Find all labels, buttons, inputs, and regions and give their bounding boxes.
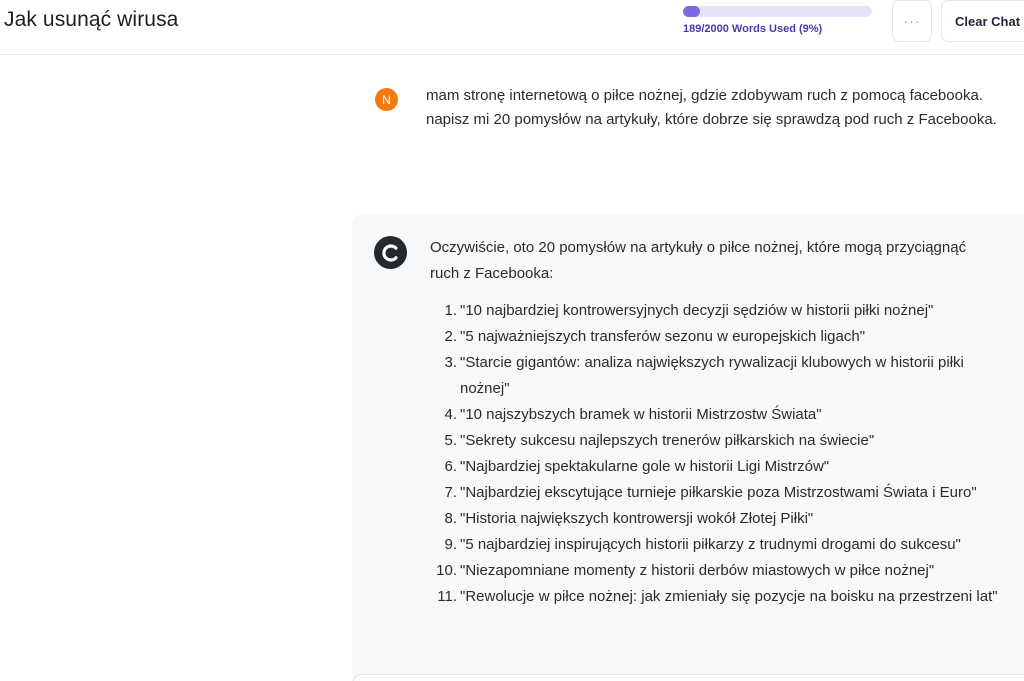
list-item-number: 10. bbox=[436, 562, 457, 579]
list-item-number: 3. bbox=[444, 354, 457, 371]
assistant-avatar bbox=[374, 236, 407, 269]
list-item: 8. "Historia największych kontrowersji wo… bbox=[430, 506, 1000, 532]
assistant-message: Oczywiście, oto 20 pomysłów na artykuły … bbox=[352, 214, 1024, 681]
list-item-number: 11. bbox=[437, 588, 457, 605]
list-item: 10. "Niezapomniane momenty z historii der… bbox=[430, 558, 1000, 584]
list-item-number: 6. bbox=[444, 458, 457, 475]
list-item-number: 1. bbox=[444, 302, 457, 319]
usage-label: 189/2000 Words Used (9%) bbox=[683, 23, 823, 35]
list-item-number: 2. bbox=[444, 328, 457, 345]
list-item-text: "Najbardziej spektakularne gole w histor… bbox=[460, 458, 830, 475]
list-item-number: 4. bbox=[444, 406, 457, 423]
clear-chat-button[interactable]: Clear Chat bbox=[941, 0, 1024, 42]
word-usage-meter: 189/2000 Words Used (9%) bbox=[683, 6, 873, 40]
list-item-text: "Rewolucje w piłce nożnej: jak zmieniały… bbox=[460, 588, 998, 605]
chat-header: Jak usunąć wirusa 189/2000 Words Used (9… bbox=[0, 0, 1024, 55]
chat-page: Jak usunąć wirusa 189/2000 Words Used (9… bbox=[0, 0, 1024, 681]
list-item: 5. "Sekrety sukcesu najlepszych trenerów … bbox=[430, 428, 1000, 454]
list-item: 4. "10 najszybszych bramek w historii Mis… bbox=[430, 402, 1000, 428]
c-logo-icon bbox=[381, 243, 398, 262]
user-avatar: N bbox=[375, 88, 398, 111]
list-item-text: "Sekrety sukcesu najlepszych trenerów pi… bbox=[460, 432, 875, 449]
list-item-text: "5 najważniejszych transferów sezonu w e… bbox=[460, 328, 866, 345]
list-item-text: "Starcie gigantów: analiza największych … bbox=[460, 354, 964, 397]
list-item: 6. "Najbardziej spektakularne gole w hist… bbox=[430, 454, 1000, 480]
assistant-intro-text: Oczywiście, oto 20 pomysłów na artykuły … bbox=[430, 239, 967, 282]
list-item-number: 5. bbox=[444, 432, 457, 449]
list-item: 7. "Najbardziej ekscytujące turnieje piłk… bbox=[430, 480, 1000, 506]
more-options-button[interactable]: ··· bbox=[892, 0, 932, 42]
list-item-text: "10 najbardziej kontrowersyjnych decyzji… bbox=[460, 302, 934, 319]
list-item-number: 8. bbox=[444, 510, 457, 527]
user-message-text: mam stronę internetową o piłce nożnej, g… bbox=[426, 87, 997, 128]
usage-progress-bar bbox=[683, 6, 872, 17]
list-item: 11. "Rewolucje w piłce nożnej: jak zmieni… bbox=[430, 584, 1000, 610]
article-ideas-list: 1. "10 najbardziej kontrowersyjnych decyz… bbox=[430, 298, 1000, 610]
list-item-text: "Niezapomniane momenty z historii derbów… bbox=[460, 562, 935, 579]
usage-progress-fill bbox=[683, 6, 700, 17]
list-item-text: "Najbardziej ekscytujące turnieje piłkar… bbox=[460, 484, 977, 501]
list-item-number: 7. bbox=[444, 484, 457, 501]
list-item-number: 9. bbox=[444, 536, 457, 553]
list-item: 2. "5 najważniejszych transferów sezonu w… bbox=[430, 324, 1000, 350]
chat-title: Jak usunąć wirusa bbox=[4, 8, 179, 31]
list-item-text: "Historia największych kontrowersji wokó… bbox=[460, 510, 814, 527]
list-item-text: "5 najbardziej inspirujących historii pi… bbox=[460, 536, 961, 553]
list-item: 3. "Starcie gigantów: analiza największyc… bbox=[430, 350, 1000, 402]
message-input-edge[interactable] bbox=[352, 674, 1024, 681]
list-item: 1. "10 najbardziej kontrowersyjnych decyz… bbox=[430, 298, 1000, 324]
list-item: 9. "5 najbardziej inspirujących historii … bbox=[430, 532, 1000, 558]
list-item-text: "10 najszybszych bramek w historii Mistr… bbox=[460, 406, 822, 423]
more-dots-icon: ··· bbox=[903, 13, 921, 29]
